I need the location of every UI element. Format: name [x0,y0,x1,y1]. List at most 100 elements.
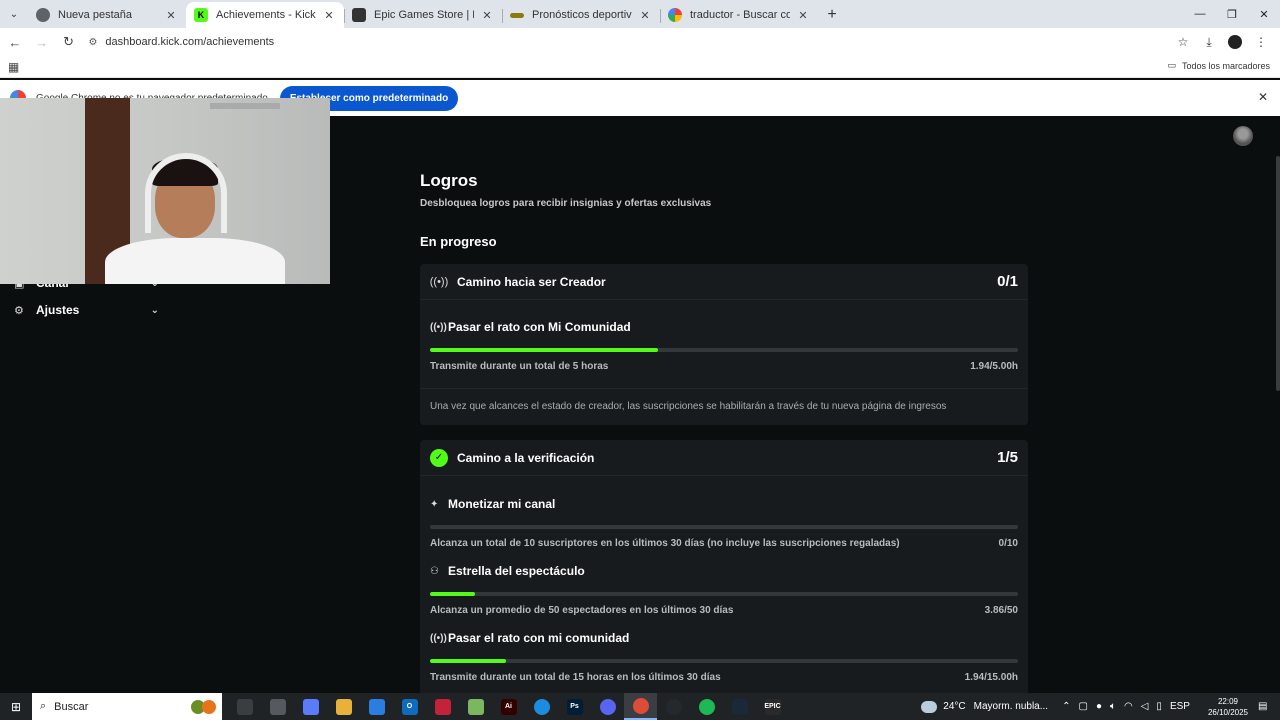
taskbar-app[interactable]: Ps [558,693,591,720]
clock-time: 22:09 [1217,696,1238,706]
windows-start-icon[interactable]: ⊞ [0,693,32,720]
close-icon[interactable]: ✕ [796,9,810,22]
chrome-icon [632,697,649,714]
card-count: 1/5 [997,449,1018,466]
close-icon[interactable]: ✕ [164,9,178,22]
user-avatar[interactable] [1233,126,1253,146]
widgets-icon [269,698,286,715]
taskbar-app[interactable] [360,693,393,720]
tab-title: traductor - Buscar con Google [690,9,790,21]
maps-app-icon [467,698,484,715]
close-icon[interactable]: ✕ [322,9,336,22]
all-bookmarks-button[interactable]: ▭ Todos los marcadores [1167,60,1270,71]
window-close-icon[interactable]: ✕ [1248,0,1280,28]
taskbar-app[interactable] [261,693,294,720]
card-title: Camino hacia ser Creador [457,274,606,289]
address-bar[interactable]: ⚙ dashboard.kick.com/achievements [88,30,1170,54]
spotify-icon [698,698,715,715]
google-icon [668,8,682,22]
tab-title: Nueva pestaña [58,9,132,21]
bookmarks-bar: ▦ ▭ Todos los marcadores [0,56,1280,78]
apps-grid-icon[interactable]: ▦ [8,60,19,74]
photoshop-icon: Ps [566,698,583,715]
close-icon[interactable]: ✕ [638,9,652,22]
cloud-icon [921,700,938,713]
new-tab-button[interactable]: + [818,2,846,28]
bookmark-star-icon[interactable]: ☆ [1170,35,1196,49]
language-indicator[interactable]: ESP [1170,701,1190,712]
weather-desc: Mayorm. nubla... [973,701,1049,712]
users-icon: ⚇ [430,565,439,577]
store-icon [368,698,385,715]
download-icon[interactable]: ⤓ [1196,35,1222,50]
system-tray: 24°C Mayorm. nubla... ⌃ ▢ ● 🔈︎ ◠ ◁ ▯ ESP… [921,696,1280,718]
tab-kick-dashboard[interactable]: K Achievements - Kick Dashboard ✕ [186,2,344,28]
tab-epic-games[interactable]: Epic Games Store | Descarga y j ✕ [344,2,502,28]
taskbar-app[interactable] [690,693,723,720]
sports-icon [510,12,524,18]
achievement-progress: 1.94/5.00h [970,361,1018,372]
page-scrollbar[interactable] [1276,156,1280,391]
card-note: Una vez que alcances el estado de creado… [430,401,947,412]
minimize-icon[interactable]: — [1184,0,1216,28]
taskbar-app[interactable] [459,693,492,720]
tab-title: Epic Games Store | Descarga y j [374,9,474,21]
tab-traductor[interactable]: traductor - Buscar con Google ✕ [660,2,818,28]
card-header[interactable]: ✓ Camino a la verificación 1/5 [420,440,1028,476]
tray-app-icon[interactable]: ▢ [1078,701,1087,712]
tab-pronosticos[interactable]: Pronósticos deportivos | Juegos ✕ [502,2,660,28]
taskbar-app[interactable] [228,693,261,720]
taskbar-app[interactable] [327,693,360,720]
file-explorer-icon [335,698,352,715]
window-controls: — ❐ ✕ [1184,0,1280,28]
progress-fill [430,659,506,663]
taskbar-app[interactable]: EPIC [756,693,789,720]
page-title: Logros [420,171,478,190]
taskbar-app[interactable] [294,693,327,720]
back-icon[interactable]: ← [3,30,27,54]
sidebar-item-label: Ajustes [36,303,80,317]
close-icon[interactable]: ✕ [480,9,494,22]
speaker-icon[interactable]: 🔈︎ [1110,701,1116,712]
site-info-icon[interactable]: ⚙ [88,37,97,48]
card-title: Camino a la verificación [457,450,595,465]
infobar-close-icon[interactable]: ✕ [1258,90,1268,104]
achievement-item: ((•)) Pasar el rato con mi comunidad Tra… [430,631,1018,683]
taskbar-app[interactable] [591,693,624,720]
wifi-icon[interactable]: ◠ [1124,701,1133,712]
weather-widget[interactable]: 24°C Mayorm. nubla... [921,700,1049,713]
card-header[interactable]: ((•)) Camino hacia ser Creador 0/1 [420,264,1028,300]
taskbar-app[interactable] [525,693,558,720]
menu-kebab-icon[interactable]: ⋮ [1248,35,1274,49]
taskbar-app[interactable] [426,693,459,720]
kick-icon: K [194,8,208,22]
progress-bar [430,659,1018,663]
taskbar-app[interactable]: Ai [492,693,525,720]
microphone-icon[interactable]: ● [1096,701,1102,712]
taskbar-app[interactable] [624,693,657,720]
volume-icon[interactable]: ◁ [1141,701,1149,712]
taskbar-app[interactable] [723,693,756,720]
forward-icon[interactable]: → [30,30,54,54]
progress-fill [430,348,659,352]
epic-games-icon: EPIC [764,698,781,715]
task-view-icon [236,698,253,715]
sidebar-item-ajustes[interactable]: ⚙ Ajustes ⌄ [14,303,159,317]
network-icon[interactable]: ▯ [1156,701,1162,712]
broadcast-icon: ((•)) [430,632,447,644]
taskbar-search[interactable]: ⌕ Buscar [32,693,222,720]
restore-icon[interactable]: ❐ [1216,0,1248,28]
chevron-down-icon: ⌄ [150,304,159,316]
discord-icon [599,698,616,715]
notification-icon[interactable]: ▤ [1258,701,1274,712]
taskbar-app[interactable]: O [393,693,426,720]
tab-search-icon[interactable]: ⌄ [0,0,28,28]
achievement-description: Transmite durante un total de 5 horas [430,361,609,372]
profile-avatar[interactable] [1228,35,1242,49]
achievement-item: ✦ Monetizar mi canal Alcanza un total de… [430,497,1018,549]
taskbar-app[interactable] [657,693,690,720]
reload-icon[interactable]: ↻ [57,30,81,54]
tab-nueva-pestana[interactable]: Nueva pestaña ✕ [28,2,186,28]
chevron-up-icon[interactable]: ⌃ [1062,701,1070,712]
clock[interactable]: 22:09 26/10/2025 [1208,696,1248,718]
